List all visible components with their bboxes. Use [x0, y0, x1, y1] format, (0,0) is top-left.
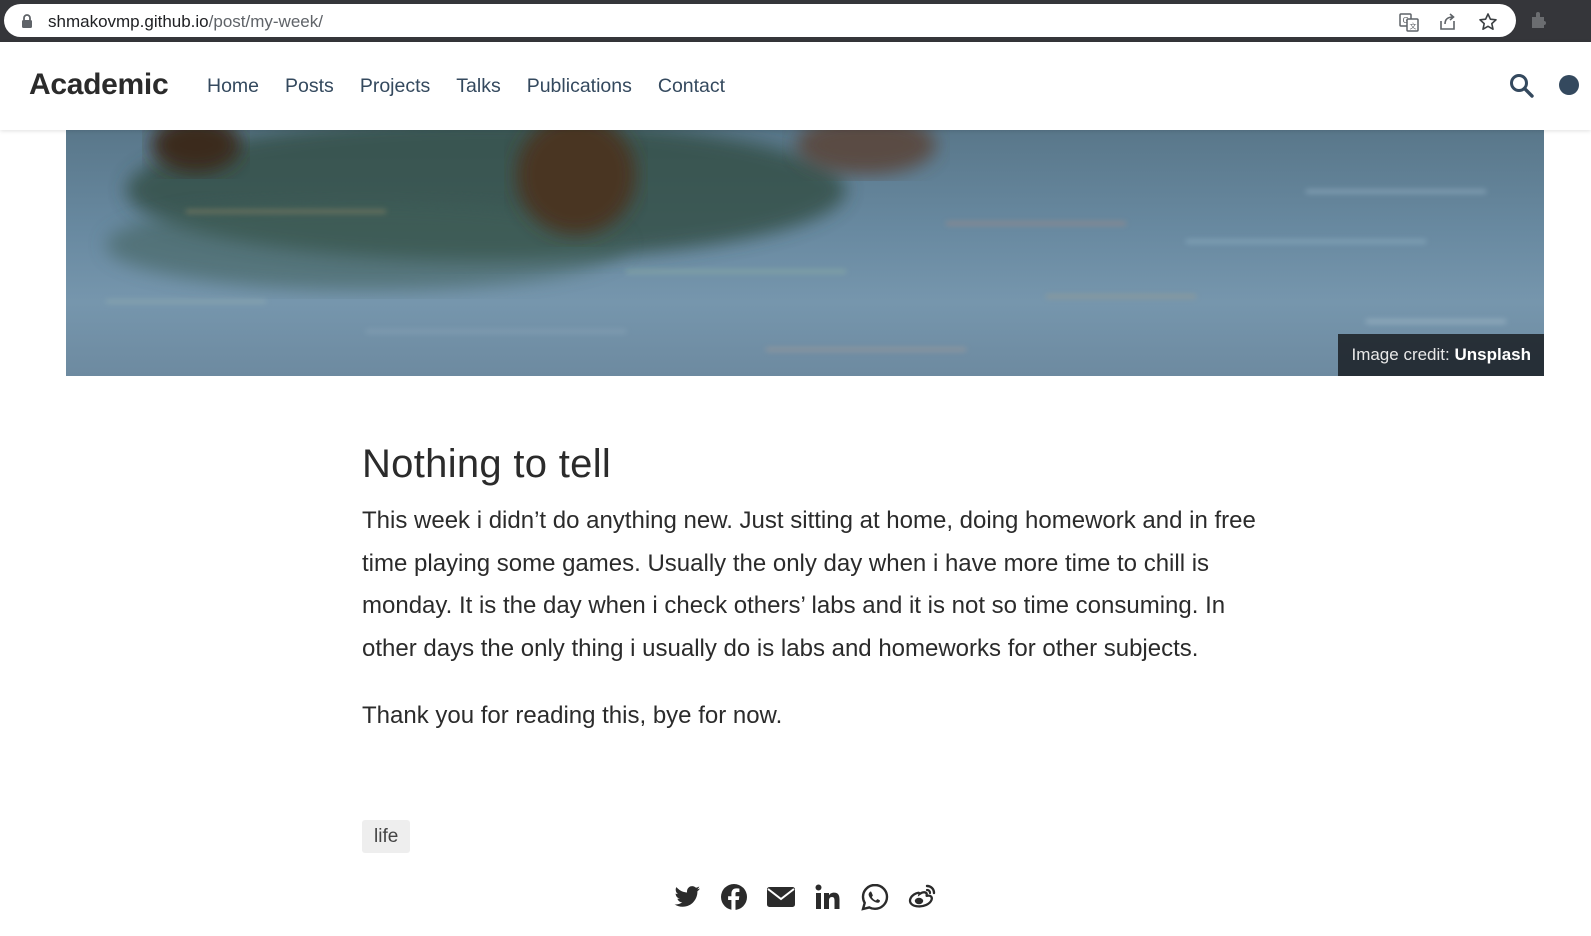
facebook-icon[interactable]: [719, 882, 749, 912]
url-host: shmakovmp.github.io: [48, 12, 209, 31]
image-credit-label: Image credit:: [1351, 345, 1455, 364]
extension-puzzle-icon[interactable]: [1528, 9, 1550, 31]
nav-talks[interactable]: Talks: [456, 73, 500, 99]
article-title: Nothing to tell: [362, 442, 612, 486]
nav-publications[interactable]: Publications: [527, 73, 632, 99]
weibo-icon[interactable]: [907, 882, 937, 912]
url-text[interactable]: shmakovmp.github.io/post/my-week/: [48, 12, 323, 32]
url-path: /post/my-week/: [208, 12, 323, 31]
search-icon[interactable]: [1509, 73, 1534, 98]
whatsapp-icon[interactable]: [860, 882, 890, 912]
translate-icon[interactable]: G 文: [1399, 12, 1419, 32]
share-bar: [672, 882, 954, 912]
nav-contact[interactable]: Contact: [658, 73, 725, 99]
image-credit-link[interactable]: Unsplash: [1454, 345, 1531, 364]
lock-icon: [22, 14, 32, 28]
article-paragraph-1: This week i didn’t do anything new. Just…: [362, 507, 1256, 662]
theme-toggle-icon[interactable]: [1558, 74, 1580, 96]
featured-image-picture: [106, 130, 1506, 351]
nav-projects[interactable]: Projects: [360, 73, 430, 99]
twitter-icon[interactable]: [672, 882, 702, 912]
bookmark-star-icon[interactable]: [1478, 12, 1498, 32]
address-bar[interactable]: shmakovmp.github.io/post/my-week/ G 文: [4, 4, 1516, 37]
site-brand[interactable]: Academic: [29, 66, 169, 104]
email-icon[interactable]: [766, 882, 796, 912]
linkedin-icon[interactable]: [813, 882, 843, 912]
browser-toolbar: shmakovmp.github.io/post/my-week/ G 文: [0, 0, 1591, 42]
site-navbar: Academic Home Posts Projects Talks Publi…: [0, 42, 1591, 130]
article-paragraph-2: Thank you for reading this, bye for now.: [362, 702, 783, 729]
nav-home[interactable]: Home: [207, 73, 259, 99]
article-body: Nothing to tell This week i didn’t do an…: [362, 438, 1262, 738]
share-page-icon[interactable]: [1438, 12, 1458, 32]
svg-text:文: 文: [1410, 22, 1417, 31]
featured-image: Image credit: Unsplash: [66, 130, 1544, 376]
tag-life[interactable]: life: [362, 820, 411, 853]
nav-posts[interactable]: Posts: [285, 73, 334, 99]
nav-menu: Home Posts Projects Talks Publications C…: [207, 73, 751, 99]
image-credit: Image credit: Unsplash: [1338, 334, 1544, 376]
